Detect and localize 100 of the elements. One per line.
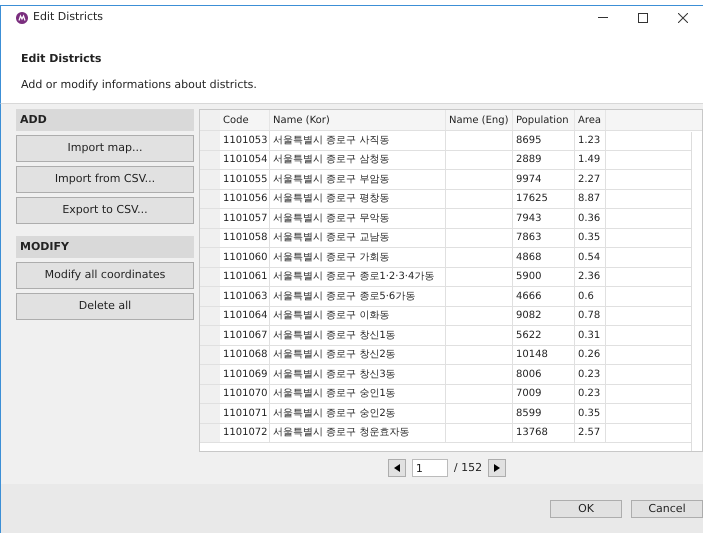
table-cell: 0.78 <box>575 306 606 326</box>
table-cell: 0.31 <box>575 326 606 345</box>
dialog-subtitle: Add or modify informations about districts. <box>21 76 258 93</box>
previous-page-button[interactable] <box>388 459 406 478</box>
row-header[interactable] <box>200 346 220 364</box>
section-header: MODIFY <box>16 236 194 258</box>
row-header[interactable] <box>200 326 220 345</box>
table-cell: 1101070 <box>220 384 270 404</box>
table-cell: 1101054 <box>220 150 270 170</box>
column-header[interactable]: Name (Kor) <box>270 110 446 130</box>
corner-header[interactable] <box>200 110 220 130</box>
action-button[interactable]: Delete all <box>16 293 194 320</box>
scrollbar[interactable] <box>691 132 702 452</box>
table-cell: 17625 <box>513 190 575 208</box>
table-cell: 1101061 <box>220 268 270 286</box>
table-cell: 서울특별시 종로구 삼청동 <box>270 150 446 170</box>
table-cell: 1101060 <box>220 248 270 267</box>
table-cell: 1101067 <box>220 326 270 345</box>
table-cell: 0.36 <box>575 209 606 228</box>
column-header[interactable]: Population <box>513 110 575 130</box>
row-header[interactable] <box>200 190 220 208</box>
table-cell: 1101068 <box>220 346 270 364</box>
table-cell: 5622 <box>513 326 575 345</box>
table-cell: 4666 <box>513 287 575 306</box>
row-header[interactable] <box>200 170 220 189</box>
table-cell: 서울특별시 종로구 이화동 <box>270 306 446 326</box>
dialog-button[interactable]: OK <box>550 500 622 518</box>
table-cell: 2889 <box>513 150 575 170</box>
table-cell: 0.6 <box>575 287 606 306</box>
table-cell: 1.49 <box>575 150 606 170</box>
table-cell: 서울특별시 종로구 청운효자동 <box>270 424 446 442</box>
table-cell: 1101072 <box>220 424 270 442</box>
row-header[interactable] <box>200 384 220 404</box>
table-cell: 서울특별시 종로구 부암동 <box>270 170 446 189</box>
table-cell: 0.23 <box>575 365 606 384</box>
table-cell: 13768 <box>513 424 575 442</box>
table-cell: 1.23 <box>575 131 606 150</box>
table-cell: 서울특별시 종로구 창신3동 <box>270 365 446 384</box>
table-cell: 0.35 <box>575 404 606 423</box>
next-page-button[interactable] <box>488 459 506 478</box>
table-cell: 서울특별시 종로구 가회동 <box>270 248 446 267</box>
column-header[interactable]: Name (Eng) <box>446 110 513 130</box>
table-cell: 8695 <box>513 131 575 150</box>
table-cell: 1101063 <box>220 287 270 306</box>
table-cell: 0.35 <box>575 228 606 248</box>
table-cell: 1101053 <box>220 131 270 150</box>
table-cell: 서울특별시 종로구 숭인2동 <box>270 404 446 423</box>
table-cell: 7863 <box>513 228 575 248</box>
table-cell: 1101056 <box>220 190 270 208</box>
dialog-title: Edit Districts <box>21 51 102 68</box>
table-cell: 서울특별시 종로구 종로1·2·3·4가동 <box>270 268 446 286</box>
table-cell: 7009 <box>513 384 575 404</box>
table-cell: 4868 <box>513 248 575 267</box>
column-header[interactable]: Code <box>220 110 270 130</box>
action-button[interactable]: Import map... <box>16 135 194 162</box>
row-header[interactable] <box>200 287 220 306</box>
minimize-icon[interactable] <box>598 17 608 18</box>
table-cell: 서울특별시 종로구 종로5·6가동 <box>270 287 446 306</box>
table-cell: 1101071 <box>220 404 270 423</box>
row-header[interactable] <box>200 228 220 248</box>
table-cell: 8.87 <box>575 190 606 208</box>
table-cell: 0.23 <box>575 384 606 404</box>
table-cell: 2.36 <box>575 268 606 286</box>
page-field[interactable]: 1 <box>412 459 448 478</box>
action-button[interactable]: Export to CSV... <box>16 197 194 224</box>
row-header[interactable] <box>200 268 220 286</box>
action-button[interactable]: Import from CSV... <box>16 166 194 194</box>
table-cell: 서울특별시 종로구 숭인1동 <box>270 384 446 404</box>
table-cell: 서울특별시 종로구 무악동 <box>270 209 446 228</box>
table-cell: 10148 <box>513 346 575 364</box>
page-total: / 152 <box>454 460 482 476</box>
row-header[interactable] <box>200 248 220 267</box>
table-cell: 서울특별시 종로구 사직동 <box>270 131 446 150</box>
column-header[interactable]: Area <box>575 110 606 130</box>
table-cell: 7943 <box>513 209 575 228</box>
row-header[interactable] <box>200 306 220 326</box>
table-cell: 8599 <box>513 404 575 423</box>
table-cell: 0.26 <box>575 346 606 364</box>
maximize-icon[interactable] <box>638 12 648 23</box>
row-header[interactable] <box>200 365 220 384</box>
left-triangle-icon <box>394 464 400 472</box>
table-cell: 5900 <box>513 268 575 286</box>
row-header[interactable] <box>200 131 220 150</box>
table-cell: 2.27 <box>575 170 606 189</box>
row-header[interactable] <box>200 424 220 442</box>
row-header[interactable] <box>200 150 220 170</box>
table-cell: 1101057 <box>220 209 270 228</box>
table-cell: 1101064 <box>220 306 270 326</box>
app-logo-icon <box>16 12 28 24</box>
action-button[interactable]: Modify all coordinates <box>16 262 194 290</box>
dialog-button[interactable]: Cancel <box>631 500 703 518</box>
table-cell: 0.54 <box>575 248 606 267</box>
row-header[interactable] <box>200 404 220 423</box>
table-cell: 8006 <box>513 365 575 384</box>
table-cell: 서울특별시 종로구 창신1동 <box>270 326 446 345</box>
close-icon[interactable] <box>678 12 688 23</box>
table-cell: 2.57 <box>575 424 606 442</box>
row-header[interactable] <box>200 209 220 228</box>
table-cell: 서울특별시 종로구 창신2동 <box>270 346 446 364</box>
table-cell: 서울특별시 종로구 평창동 <box>270 190 446 208</box>
